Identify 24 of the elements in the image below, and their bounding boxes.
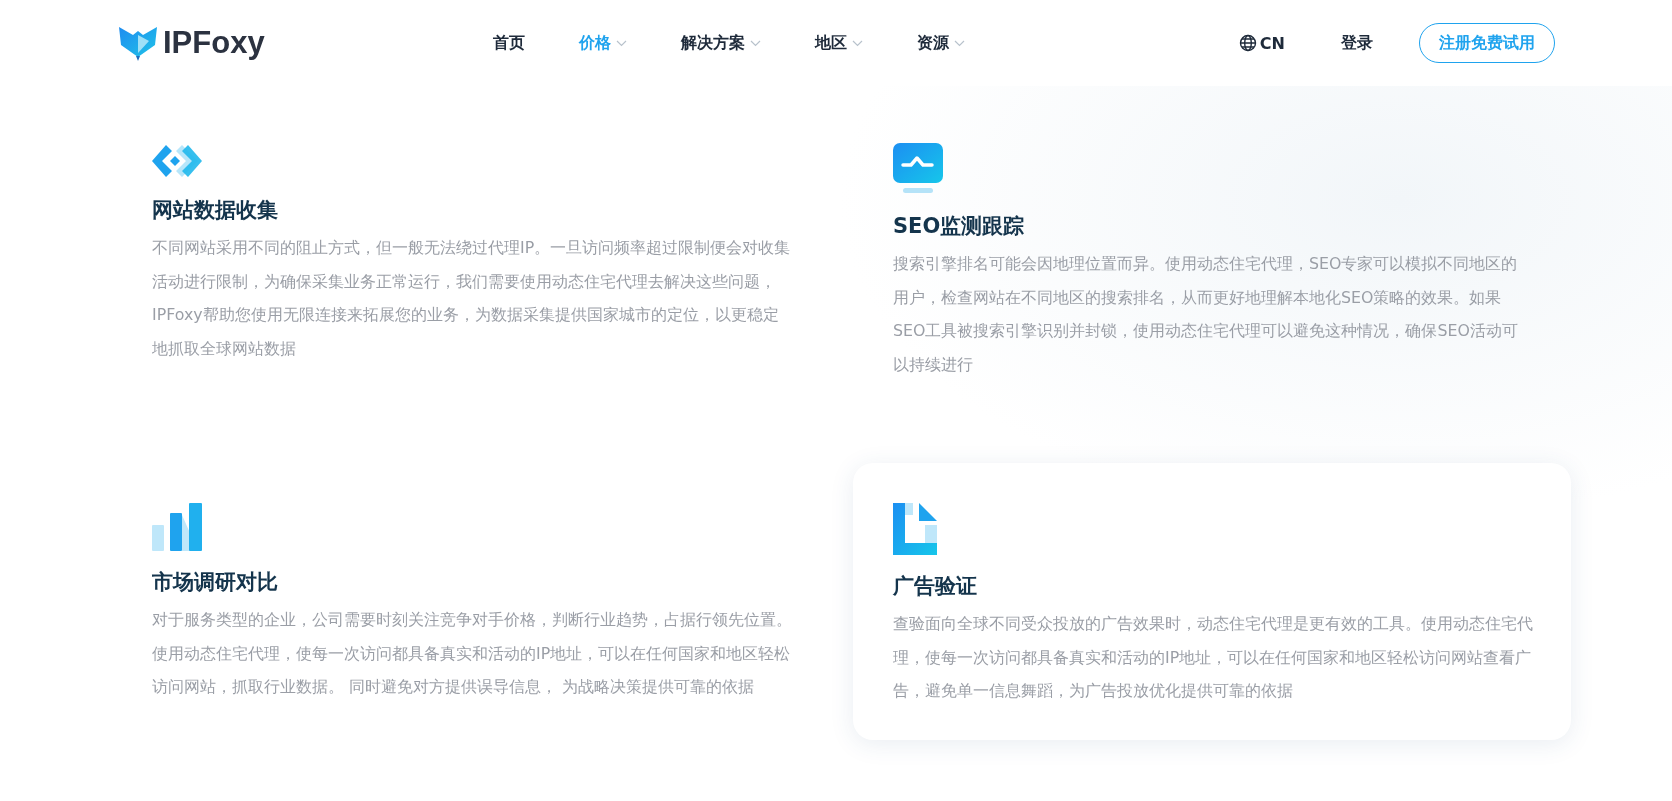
feature-description: 不同网站采用不同的阻止方式，但一般无法绕过代理IP。一旦访问频率超过限制便会对收集活动进行限制，为确保采集业务正常运行，我们需要使用动态住宅代理去解决这些问题，IPFoxy帮助您使用无限连接来拓展您的业务，为数据采集提供国家城市的定位，以更稳定地抓取全球网站数据 xyxy=(152,237,792,360)
language-selector[interactable]: CN xyxy=(1238,33,1285,53)
nav-link[interactable]: 资源 xyxy=(917,32,965,54)
chevron-down-icon xyxy=(852,39,863,47)
login-link[interactable]: 登录 xyxy=(1341,32,1373,54)
feature-description: 查验面向全球不同受众投放的广告效果时，动态住宅代理是更有效的工具。使用动态住宅代理，使每一次访问都具备真实和活动的IP地址，可以在任何国家和地区轻松访问网站查看广告，避免单一信息舞蹈，为广告投放优化提供可靠的依据 xyxy=(893,613,1533,703)
bar-chart-icon xyxy=(152,503,202,551)
feature-title: 市场调研对比 xyxy=(152,569,278,596)
chevron-down-icon xyxy=(616,39,627,47)
monitor-icon xyxy=(893,143,943,195)
feature-title: 网站数据收集 xyxy=(152,197,278,224)
nav-link[interactable]: 首页 xyxy=(493,32,525,54)
logo-text[interactable]: IPFoxy xyxy=(163,25,265,61)
document-icon xyxy=(893,503,937,555)
feature-title: 广告验证 xyxy=(893,573,977,600)
feature-description: 对于服务类型的企业，公司需要时刻关注竞争对手价格，判断行业趋势，占据行领先位置。使用动态住宅代理，使每一次访问都具备真实和活动的IP地址，可以在任何国家和地区轻松访问网站，抓取行业数据。 同时避免对方提供误导信息， 为战略决策提供可靠的依据 xyxy=(152,609,792,699)
nav-link[interactable]: 解决方案 xyxy=(681,32,761,54)
diamond-arrows-icon xyxy=(152,143,202,179)
feature-description: 搜索引擎排名可能会因地理位置而异。使用动态住宅代理，SEO专家可以模拟不同地区的用户，检查网站在不同地区的搜索排名，从而更好地理解本地化SEO策略的效果。如果SEO工具被搜索引擎识别并封锁，使用动态住宅代理可以避免这种情况，确保SEO活动可以持续进行 xyxy=(893,253,1519,376)
nav-link[interactable]: 地区 xyxy=(815,32,863,54)
globe-icon xyxy=(1238,34,1257,52)
feature-title: SEO监测跟踪 xyxy=(893,213,1025,240)
chevron-down-icon xyxy=(954,39,965,47)
chevron-down-icon xyxy=(750,39,761,47)
